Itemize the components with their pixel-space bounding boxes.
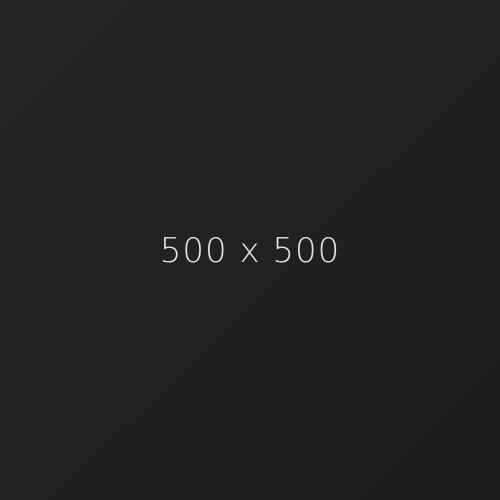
placeholder-canvas: 500 x 500 [0,0,500,500]
dimension-label: 500 x 500 [159,230,341,271]
